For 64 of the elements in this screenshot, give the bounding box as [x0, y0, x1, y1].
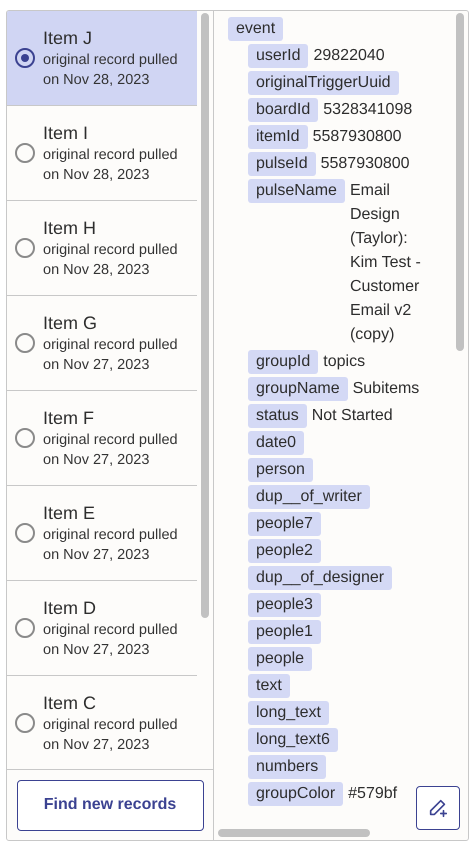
find-records-button[interactable]: Find new records	[16, 780, 204, 830]
field-key: people	[248, 647, 312, 671]
field-key: long_text6	[248, 728, 338, 752]
radio-button[interactable]	[15, 523, 35, 543]
radio-button[interactable]	[15, 713, 35, 733]
record-subtitle: original record pulled on Nov 27, 2023	[43, 526, 179, 565]
field-key: pulseId	[248, 152, 316, 176]
field-value: 5328341098	[323, 100, 412, 120]
field-key: people1	[248, 620, 321, 644]
field-value: Subitems	[352, 379, 420, 399]
scrollbar-thumb[interactable]	[456, 13, 464, 351]
radio-button[interactable]	[15, 48, 35, 68]
radio-button[interactable]	[15, 428, 35, 448]
field-key: groupColor	[248, 782, 344, 806]
record-title: Item F	[43, 407, 96, 430]
field-key: text	[248, 674, 290, 698]
radio-button[interactable]	[15, 238, 35, 258]
radio-button[interactable]	[15, 143, 35, 163]
record-subtitle: original record pulled on Nov 28, 2023	[43, 146, 179, 185]
field-value: 5587930800	[312, 127, 402, 147]
scrollbar-thumb[interactable]	[201, 13, 210, 618]
field-value: 29822040	[313, 46, 385, 66]
field-key: date0	[248, 431, 304, 455]
record-title: Item H	[43, 217, 98, 240]
field-key: groupName	[248, 377, 348, 401]
record-subtitle: original record pulled on Nov 27, 2023	[43, 716, 179, 755]
record-subtitle: original record pulled on Nov 28, 2023	[43, 241, 179, 280]
field-value: topics	[323, 352, 366, 372]
record-subtitle: original record pulled on Nov 27, 2023	[43, 621, 179, 660]
field-key: userId	[248, 44, 308, 68]
field-value: #579bf	[348, 784, 398, 804]
record-item[interactable]: Item J original record pulled on Nov 28, 2023	[7, 11, 198, 106]
field-key: event	[228, 17, 284, 41]
field-key: pulseName	[248, 179, 345, 203]
edit-add-button[interactable]	[416, 786, 460, 830]
field-value: Not Started	[312, 406, 393, 426]
field-key: people3	[248, 593, 321, 617]
record-subtitle: original record pulled on Nov 28, 2023	[43, 51, 179, 90]
field-key: groupId	[248, 350, 318, 374]
record-title: Item C	[43, 692, 98, 715]
field-key: boardId	[248, 98, 318, 122]
field-key: person	[248, 458, 313, 482]
record-subtitle: original record pulled on Nov 27, 2023	[43, 431, 179, 470]
field-key: people7	[248, 512, 321, 536]
record-title: Item E	[43, 502, 96, 525]
field-key: itemId	[248, 125, 308, 149]
field-key: dup__of_writer	[248, 485, 370, 509]
scrollbar-thumb[interactable]	[218, 829, 370, 837]
field-value: 5587930800	[320, 154, 410, 174]
radio-button[interactable]	[15, 618, 35, 638]
field-key: people2	[248, 539, 321, 563]
field-key: dup__of_designer	[248, 566, 392, 590]
record-subtitle: original record pulled on Nov 27, 2023	[43, 336, 179, 375]
pencil-plus-icon	[427, 797, 449, 819]
field-key: long_text	[248, 701, 329, 725]
record-title: Item D	[43, 597, 98, 620]
field-value: Email Design (Taylor): Kim Test - Customer Email v2 (copy)	[350, 181, 422, 345]
field-key: originalTriggerUuid	[248, 71, 399, 95]
field-key: numbers	[248, 755, 326, 779]
radio-button[interactable]	[15, 333, 35, 353]
record-title: Item J	[43, 27, 94, 50]
field-key: status	[248, 404, 307, 428]
record-title: Item I	[43, 122, 90, 145]
record-title: Item G	[43, 312, 98, 335]
